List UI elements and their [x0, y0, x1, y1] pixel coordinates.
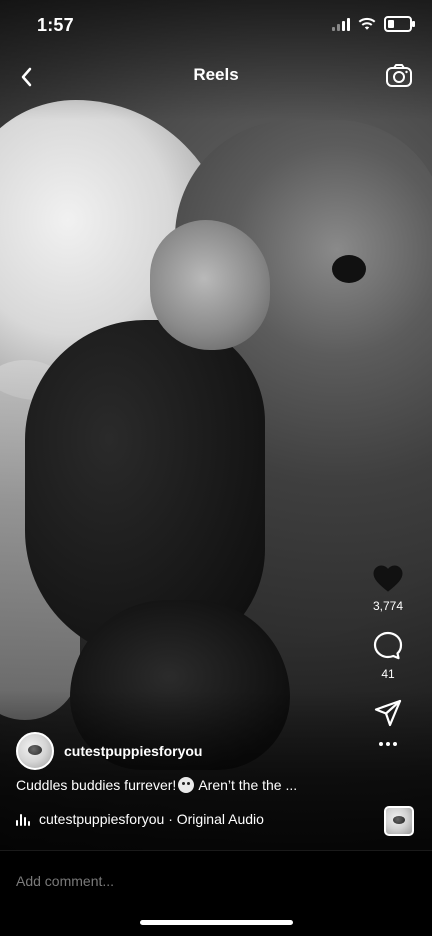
heart-icon: [373, 565, 403, 592]
audio-thumbnail-button[interactable]: [384, 806, 414, 836]
like-button[interactable]: 3,774: [358, 565, 418, 613]
dog-nose-image: [332, 255, 366, 283]
comment-button[interactable]: 41: [358, 631, 418, 681]
wifi-icon: [358, 17, 376, 30]
camera-icon: [386, 64, 412, 87]
avatar[interactable]: [16, 732, 54, 770]
comments-count: 41: [381, 667, 395, 681]
audio-label: cutestpuppiesforyou · Original Audio: [39, 811, 264, 827]
status-bar: 1:57: [0, 0, 432, 50]
audio-link[interactable]: cutestpuppiesforyou · Original Audio: [16, 811, 264, 827]
caption[interactable]: Cuddles buddies furrever! Aren’t the the …: [16, 777, 376, 793]
audio-bars-icon: [16, 812, 32, 826]
page-title: Reels: [193, 65, 239, 84]
username-link[interactable]: cutestpuppiesforyou: [64, 743, 202, 759]
camera-button[interactable]: [384, 61, 414, 91]
actions-rail: 3,774 41: [358, 565, 418, 747]
more-horizontal-icon: [379, 742, 397, 746]
caption-text-part2: Aren’t the the ...: [198, 777, 298, 793]
home-indicator: [140, 920, 293, 925]
post-author: cutestpuppiesforyou: [16, 732, 202, 770]
emoji-face-icon: [178, 777, 195, 793]
likes-count: 3,774: [372, 599, 404, 613]
header: Reels: [0, 55, 432, 95]
more-button[interactable]: [358, 741, 418, 747]
share-button[interactable]: [358, 699, 418, 727]
status-time: 1:57: [37, 15, 74, 35]
cellular-signal-icon: [332, 17, 350, 31]
caption-text-part1: Cuddles buddies furrever!: [16, 777, 177, 793]
battery-icon: [384, 16, 415, 32]
comment-input[interactable]: [14, 869, 338, 893]
comment-bubble-icon: [373, 631, 403, 660]
status-icons: [332, 16, 415, 32]
baby-head-image: [150, 220, 270, 350]
send-icon: [374, 699, 402, 727]
